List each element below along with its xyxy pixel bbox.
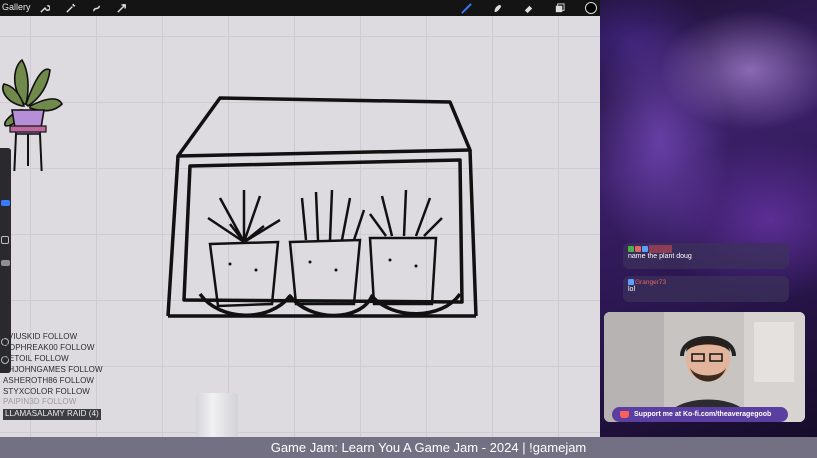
wrench-icon[interactable] [38, 2, 50, 14]
chat-message: █████ name the plant doug [623, 243, 789, 269]
brush-icon[interactable] [460, 2, 472, 14]
modify-button[interactable] [1, 236, 9, 244]
brush-size-slider[interactable] [1, 200, 10, 206]
eraser-icon[interactable] [522, 2, 534, 14]
follow-event: SHJOHNGAMES FOLLOW [3, 364, 103, 374]
succulent-shelf-drawing [166, 96, 478, 318]
kofi-cup-icon [620, 411, 629, 418]
gallery-button[interactable]: Gallery [2, 2, 31, 12]
chat-message: Granger73 lol [623, 276, 789, 302]
layers-icon[interactable] [553, 2, 565, 14]
smudge-icon[interactable] [491, 2, 503, 14]
kofi-text: Support me at Ko-fi.com/theaveragegoob [634, 411, 772, 418]
chat-username: █████ [649, 246, 673, 253]
drawing-app: Gallery AVIUSKID FOLLOW ROPHREAK00 FOLLO… [0, 0, 600, 437]
stream-title: Game Jam: Learn You A Game Jam - 2024 | … [270, 440, 587, 455]
stream-title-bar: Game Jam: Learn You A Game Jam - 2024 | … [0, 437, 817, 458]
badge-icon [628, 246, 634, 252]
follow-event: DETOIL FOLLOW [3, 353, 69, 363]
follow-event: ASHEROTH86 FOLLOW [3, 375, 95, 385]
follow-event: STYXCOLOR FOLLOW [3, 386, 90, 396]
follow-event: PAIPIN3D FOLLOW [3, 397, 77, 407]
webcam-feed [604, 312, 805, 422]
follow-event: ROPHREAK00 FOLLOW [3, 342, 95, 352]
selection-icon[interactable] [90, 2, 102, 14]
opacity-slider[interactable] [1, 260, 10, 266]
color-swatch[interactable] [585, 2, 597, 14]
badge-icon [628, 279, 634, 285]
chat-text: lol [628, 286, 636, 293]
kofi-banner[interactable]: Support me at Ko-fi.com/theaveragegoob [612, 407, 788, 422]
top-toolbar: Gallery [0, 0, 600, 16]
raid-event: LLAMASALAMY RAID (4) [3, 409, 101, 421]
chat-text: name the plant doug [628, 253, 692, 260]
chat-username: Granger73 [635, 279, 667, 286]
badge-icon [635, 246, 641, 252]
transform-icon[interactable] [115, 2, 127, 14]
follow-event: AVIUSKID FOLLOW [3, 332, 78, 341]
magic-wand-icon[interactable] [64, 2, 76, 14]
follow-event-list: AVIUSKID FOLLOW ROPHREAK00 FOLLOW DETOIL… [3, 332, 103, 421]
badge-icon [642, 246, 648, 252]
